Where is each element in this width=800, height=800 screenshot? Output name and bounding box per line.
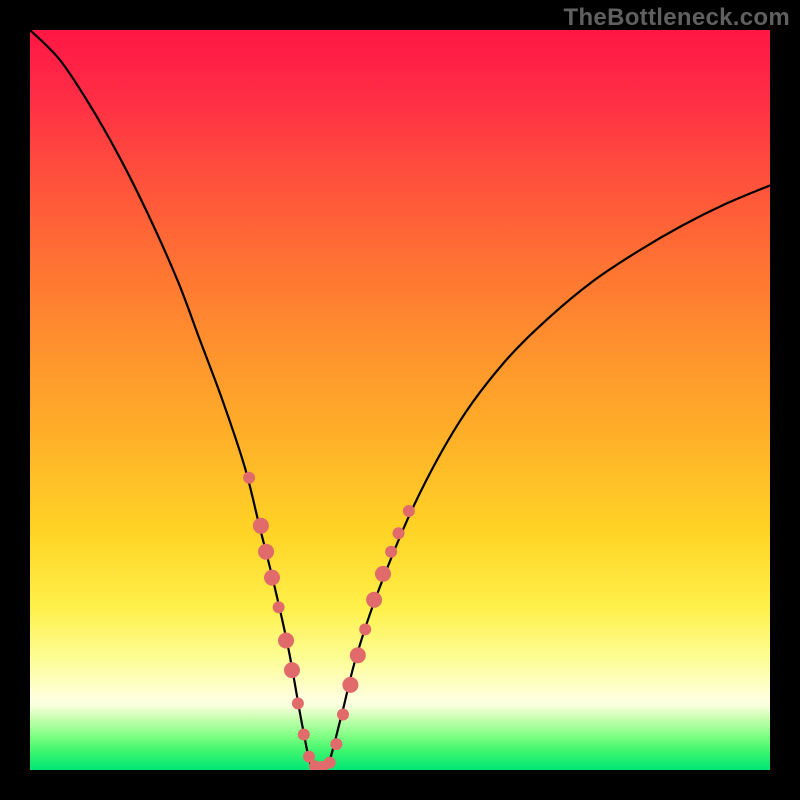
curve-marker (284, 662, 300, 678)
curve-marker (342, 677, 358, 693)
curve-marker (324, 757, 336, 769)
curve-marker (278, 633, 294, 649)
curve-marker (366, 592, 382, 608)
curve-marker (264, 570, 280, 586)
chart-frame: TheBottleneck.com (0, 0, 800, 800)
curve-marker (385, 546, 397, 558)
curve-marker (298, 728, 310, 740)
curve-marker (403, 505, 415, 517)
curve-marker (253, 518, 269, 534)
curve-marker (292, 697, 304, 709)
curve-marker (337, 709, 349, 721)
curve-marker (330, 738, 342, 750)
curve-marker (350, 647, 366, 663)
curve-marker (273, 601, 285, 613)
chart-svg (30, 30, 770, 770)
curve-marker (258, 544, 274, 560)
curve-marker (375, 566, 391, 582)
curve-marker (359, 623, 371, 635)
curve-marker (393, 527, 405, 539)
chart-plot-area (30, 30, 770, 770)
curve-marker (243, 472, 255, 484)
watermark-text: TheBottleneck.com (564, 4, 790, 32)
chart-background-gradient (30, 30, 770, 770)
